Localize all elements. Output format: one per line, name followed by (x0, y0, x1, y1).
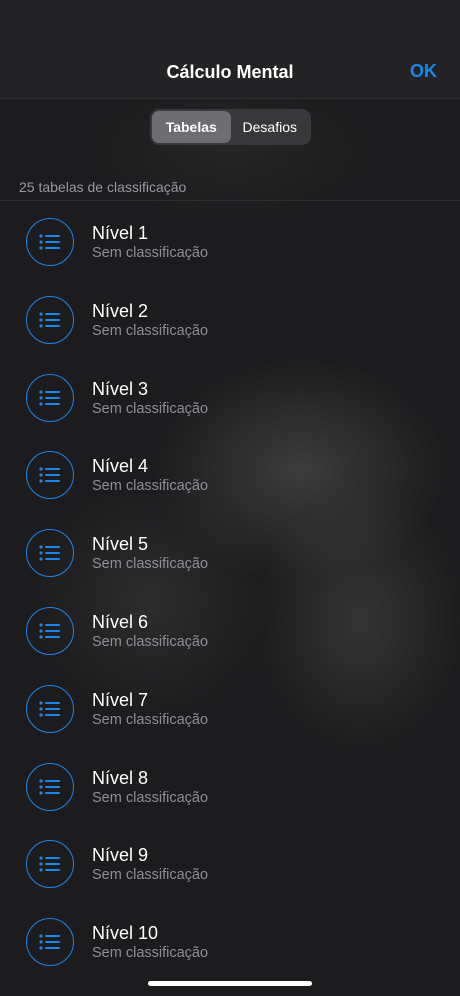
list-icon (26, 840, 74, 889)
list-icon (26, 606, 74, 655)
list-icon (26, 529, 74, 578)
row-title: Nível 10 (92, 923, 159, 944)
leaderboard-row[interactable]: Nível 8 Sem classificação (0, 747, 460, 825)
list-icon (26, 684, 74, 733)
row-subtitle: Sem classificação (92, 322, 209, 339)
ok-button[interactable]: OK (410, 61, 437, 82)
leaderboard-row[interactable]: Nível 9 Sem classificação (0, 824, 460, 902)
list-icon (26, 762, 74, 811)
list-icon (26, 918, 74, 967)
row-title: Nível 3 (92, 378, 149, 399)
row-subtitle: Sem classificação (92, 711, 209, 728)
leaderboard-row[interactable]: Nível 1 Sem classificação (0, 202, 460, 280)
row-subtitle: Sem classificação (92, 245, 209, 261)
page-title: Cálculo Mental (166, 62, 294, 82)
row-title: Nível 5 (92, 534, 149, 555)
home-indicator (148, 981, 312, 986)
row-subtitle: Sem classificação (92, 400, 209, 417)
segment-tabelas[interactable]: Tabelas (152, 111, 231, 143)
list-icon (26, 218, 74, 266)
leaderboard-row[interactable]: Nível 2 Sem classificação (0, 280, 460, 358)
row-subtitle: Sem classificação (92, 789, 209, 806)
row-title: Nível 9 (92, 845, 149, 866)
segment-desafios[interactable]: Desafios (231, 111, 310, 143)
list-icon (26, 373, 74, 422)
row-subtitle: Sem classificação (92, 867, 209, 884)
row-subtitle: Sem classificação (92, 945, 209, 962)
leaderboard-row[interactable]: Nível 6 Sem classificação (0, 591, 460, 669)
section-header: 25 tabelas de classificação (19, 179, 187, 195)
row-subtitle: Sem classificação (92, 556, 209, 573)
leaderboard-row[interactable]: Nível 4 Sem classificação (0, 435, 460, 513)
leaderboard-row[interactable]: Nível 5 Sem classificação (0, 513, 460, 591)
leaderboard-list: Nível 1 Sem classificação Nível 2 Sem class… (0, 202, 460, 980)
row-title: Nível 1 (92, 223, 149, 243)
leaderboard-row[interactable]: Nível 7 Sem classificação (0, 669, 460, 747)
leaderboard-row[interactable]: Nível 3 Sem classificação (0, 358, 460, 436)
row-subtitle: Sem classificação (92, 478, 209, 495)
section-divider (0, 200, 460, 201)
row-title: Nível 4 (92, 456, 149, 477)
row-title: Nível 2 (92, 300, 149, 321)
navigation-bar: Cálculo Mental OK (0, 0, 460, 99)
row-title: Nível 8 (92, 767, 149, 788)
leaderboard-row[interactable]: Nível 10 Sem classificação (0, 902, 460, 980)
segmented-control: Tabelas Desafios (150, 109, 311, 145)
row-subtitle: Sem classificação (92, 633, 209, 650)
row-title: Nível 7 (92, 689, 149, 710)
row-title: Nível 6 (92, 611, 149, 632)
list-icon (26, 295, 74, 344)
leaderboard-screen: Cálculo Mental OK Tabelas Desafios 25 ta… (0, 0, 460, 996)
list-icon (26, 451, 74, 500)
